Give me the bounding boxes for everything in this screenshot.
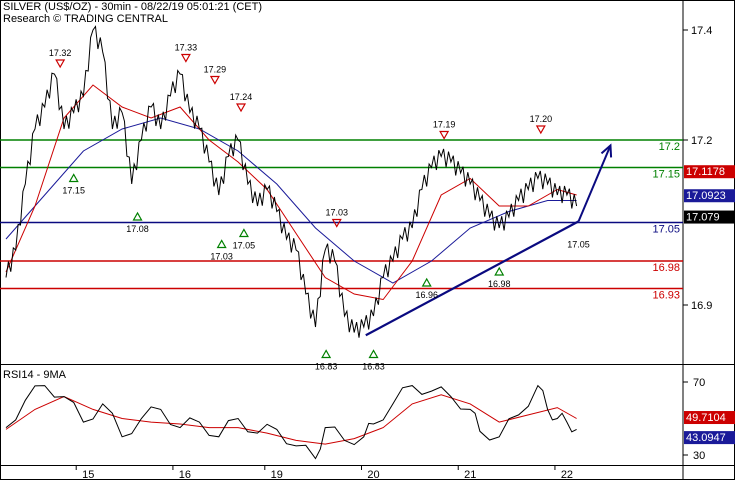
level-label-4: 16.93 — [652, 290, 680, 302]
down-marker-label-3: 17.24 — [230, 92, 253, 102]
price-line — [5, 25, 578, 338]
up-marker-label-9: 17.03 — [210, 252, 233, 262]
down-marker-3 — [235, 103, 247, 113]
y-tick-label-1: 17.2 — [691, 135, 712, 147]
x-tick-label-5: 22 — [561, 469, 573, 480]
y-tick-label-2: 16.9 — [691, 300, 712, 312]
rsi-y-tick-label-1: 30 — [693, 450, 705, 462]
down-marker-label-1: 17.33 — [175, 43, 198, 53]
rsi-title: RSI14 - 9MA — [3, 369, 67, 381]
up-marker-label-11: 16.96 — [415, 290, 438, 300]
chart-frame — [0, 0, 735, 480]
down-marker-label-2: 17.29 — [204, 65, 227, 75]
down-marker-label-6: 17.20 — [530, 114, 553, 124]
down-marker-5 — [439, 130, 450, 140]
down-marker-2 — [209, 75, 220, 85]
down-marker-6 — [535, 125, 546, 135]
up-marker-8 — [132, 211, 143, 221]
rsi-tag-label-0: 49.7104 — [686, 412, 726, 424]
y-tick-label-0: 17.4 — [691, 25, 712, 37]
price-tag-label-1: 17.0923 — [686, 190, 726, 202]
x-tick-label-2: 19 — [271, 469, 283, 480]
up-marker-10 — [238, 228, 249, 238]
x-tick-label-3: 20 — [367, 469, 379, 480]
down-marker-1 — [180, 53, 191, 63]
float-label-0: 17.05 — [567, 240, 590, 250]
down-marker-label-4: 17.03 — [325, 208, 348, 218]
price-tag-label-2: 17.079 — [686, 212, 720, 224]
up-marker-9 — [216, 239, 227, 249]
down-marker-0 — [55, 59, 66, 69]
x-tick-label-0: 15 — [82, 469, 94, 480]
up-marker-label-12: 16.98 — [488, 279, 511, 289]
level-label-2: 17.05 — [652, 224, 680, 236]
down-marker-label-0: 17.32 — [49, 48, 72, 58]
up-marker-label-14: 16.83 — [362, 362, 385, 372]
ma-slow-line — [5, 117, 577, 284]
rsi-tag-label-1: 43.0947 — [686, 432, 726, 444]
up-marker-label-8: 17.08 — [126, 224, 149, 234]
support-trendline — [365, 220, 580, 337]
x-tick-label-1: 16 — [179, 469, 191, 480]
down-marker-label-5: 17.19 — [433, 120, 456, 130]
up-marker-13 — [321, 349, 332, 359]
up-marker-14 — [368, 349, 379, 359]
up-marker-11 — [421, 277, 432, 287]
price-tag-label-0: 17.1178 — [686, 166, 725, 178]
level-label-3: 16.98 — [652, 262, 680, 274]
level-label-0: 17.2 — [659, 141, 680, 153]
projection-arrow-shaft — [577, 145, 612, 222]
up-marker-label-13: 16.83 — [315, 362, 338, 372]
up-marker-label-10: 17.05 — [233, 241, 256, 251]
up-marker-label-7: 17.15 — [62, 186, 85, 196]
x-tick-label-4: 21 — [464, 469, 476, 480]
rsi-line — [5, 384, 577, 460]
up-marker-7 — [68, 173, 79, 183]
rsi-y-tick-label-0: 70 — [693, 377, 705, 389]
up-marker-12 — [494, 266, 505, 276]
price-chart-svg[interactable]: 15 16 19 20 21 22 17.4 17.2 16.9 17.2 17.15 17.05 16… — [0, 0, 735, 480]
level-label-1: 17.15 — [652, 169, 680, 181]
